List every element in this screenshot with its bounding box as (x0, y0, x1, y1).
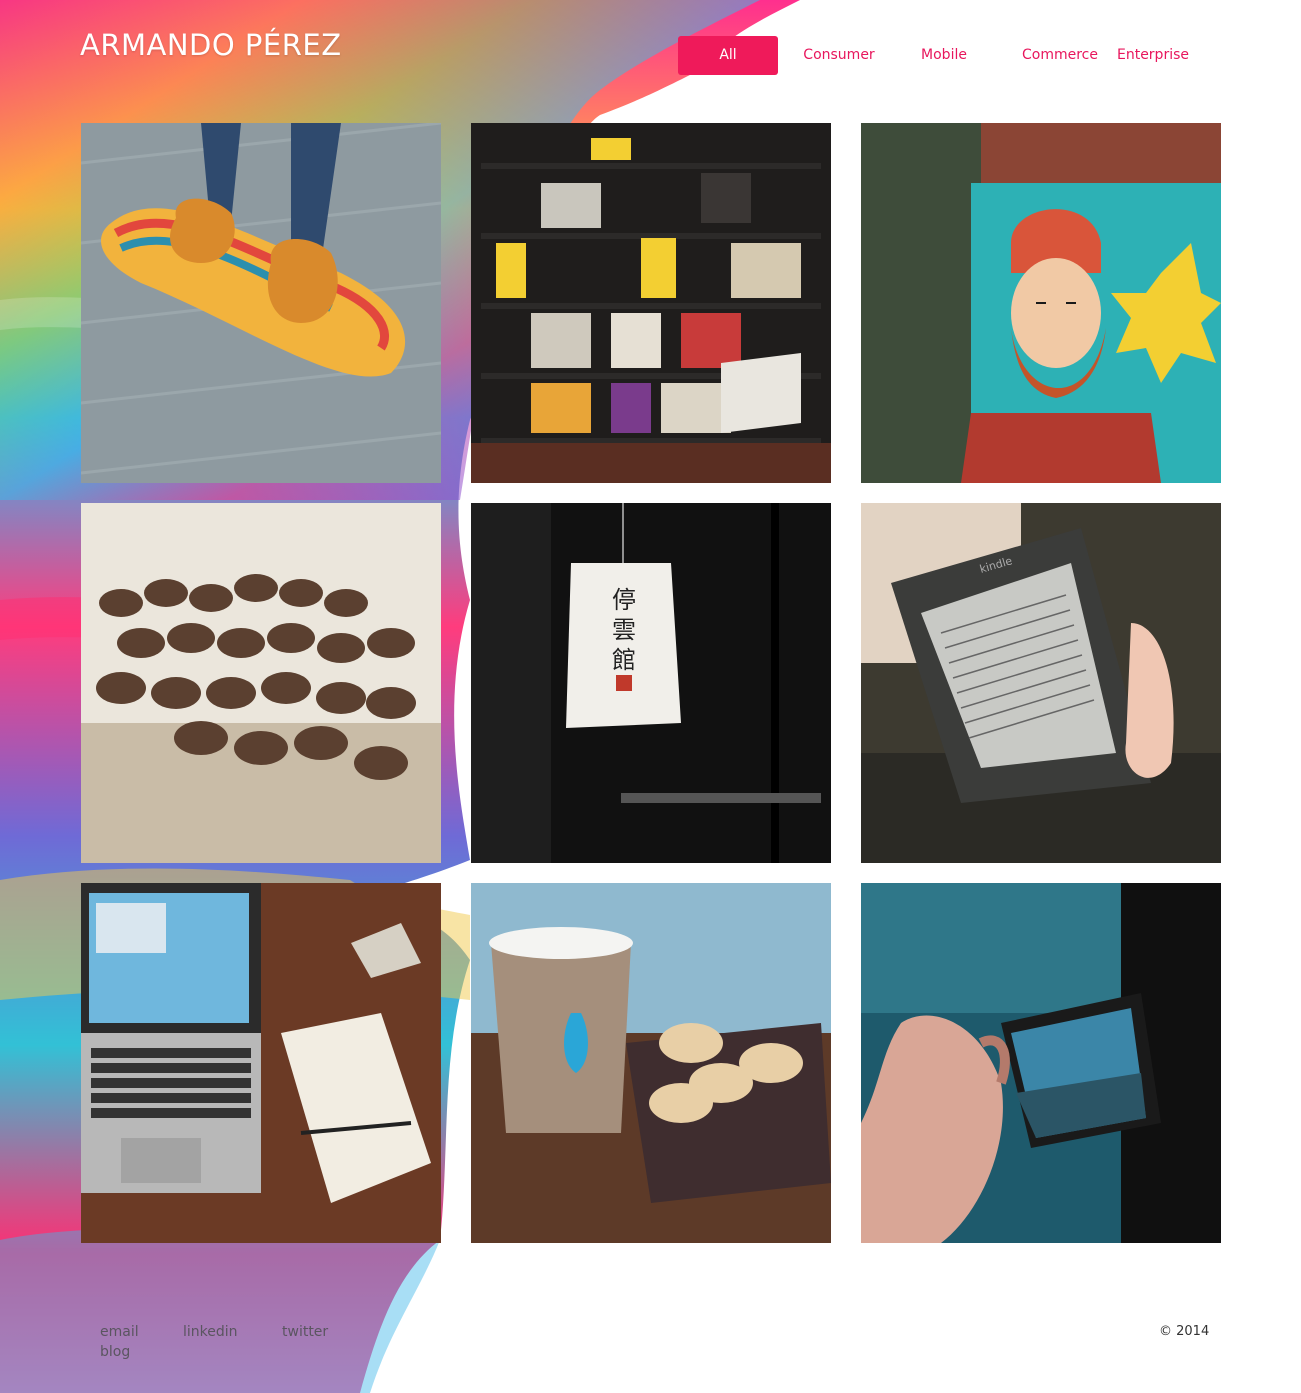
filter-tab-consumer[interactable]: Consumer (800, 36, 878, 75)
site-title[interactable]: ARMANDO PÉREZ (80, 28, 342, 62)
phone-photo-photo (861, 883, 1221, 1243)
portfolio-tile-lantern[interactable]: 停 雲 館 (471, 503, 831, 863)
filter-tab-all[interactable]: All (678, 36, 778, 75)
shoes-skateboard-photo (81, 123, 441, 483)
mural-photo (861, 123, 1221, 483)
portfolio-tile-phone-photo[interactable] (861, 883, 1221, 1243)
footer-link-twitter[interactable]: twitter (282, 1324, 328, 1340)
filter-tab-mobile[interactable]: Mobile (906, 36, 982, 75)
kindle-photo: kindle (861, 503, 1221, 863)
laptop-notebook-photo (81, 883, 441, 1243)
portfolio-tile-shoes-skateboard[interactable] (81, 123, 441, 483)
portfolio-tile-mural[interactable] (861, 123, 1221, 483)
lantern-photo: 停 雲 館 (471, 503, 831, 863)
lantern-character-1: 停 (612, 586, 636, 614)
bookshelf-photo (471, 123, 831, 483)
lantern-character-2: 雲 (612, 616, 636, 644)
coffee-beans-photo (81, 503, 441, 863)
site-footer: email linkedin twitter blog © 2014 (0, 1318, 1301, 1378)
portfolio-tile-coffee-beans[interactable] (81, 503, 441, 863)
portfolio-tile-kindle[interactable]: kindle (861, 503, 1221, 863)
lantern-character-3: 館 (612, 646, 636, 674)
filter-tab-commerce[interactable]: Commerce (1004, 36, 1116, 75)
coffee-cup-photo (471, 883, 831, 1243)
footer-link-email[interactable]: email (100, 1324, 139, 1340)
filter-tab-enterprise[interactable]: Enterprise (1108, 36, 1198, 75)
portfolio-tile-laptop[interactable] (81, 883, 441, 1243)
portfolio-tile-coffee-cup[interactable] (471, 883, 831, 1243)
site-header: ARMANDO PÉREZ All Consumer Mobile Commer… (0, 0, 1301, 110)
copyright-notice: © 2014 (1159, 1324, 1210, 1339)
footer-link-blog[interactable]: blog (100, 1344, 130, 1360)
footer-link-linkedin[interactable]: linkedin (183, 1324, 238, 1340)
portfolio-tile-bookshelf[interactable] (471, 123, 831, 483)
filter-nav: All Consumer Mobile Commerce Enterprise (678, 36, 1198, 75)
